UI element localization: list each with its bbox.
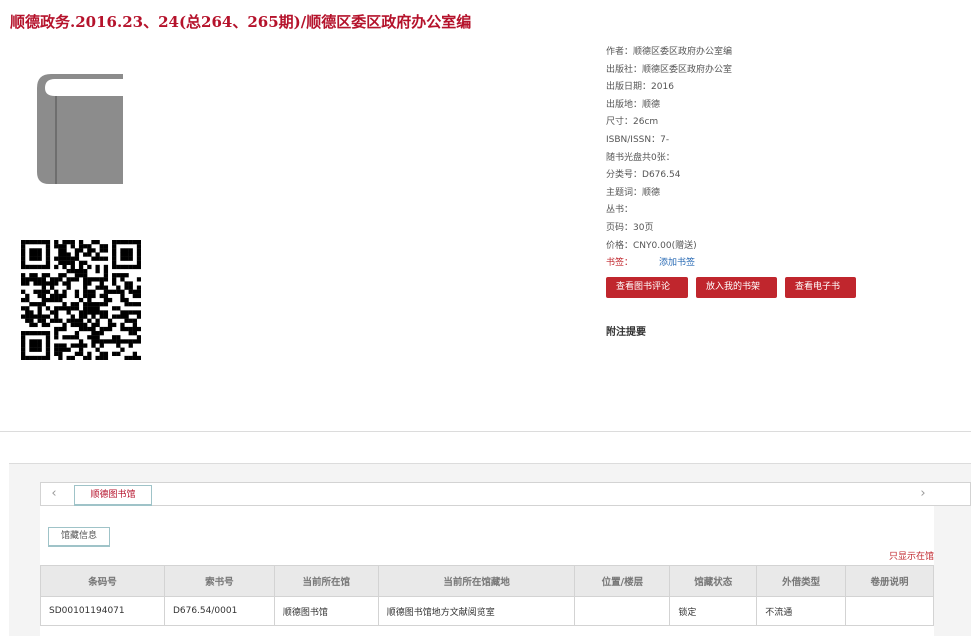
view-ebook-button[interactable]: 查看电子书 [785,277,856,298]
notes-title: 附注提要 [606,327,646,338]
book-title: 顺德政务.2016.23、24(总264、265期)/顺德区委区政府办公室编 [10,13,472,31]
meta-key: 随书光盘共0张： [606,152,675,163]
add-bookmark-link[interactable]: 添加书签 [659,258,695,268]
meta-key: 出版日期： [606,82,652,93]
chevron-right-icon[interactable]: › [912,483,934,505]
table-cell: 不流通 [756,596,847,626]
meta-row: 随书光盘共0张： [606,150,946,168]
section-divider [0,431,971,432]
add-to-shelf-button[interactable]: 放入我的书架 [696,277,777,298]
meta-key: 出版地： [606,99,643,110]
meta-key: 主题词： [606,187,643,198]
tab-library[interactable]: 顺德图书馆 [74,485,152,506]
meta-key: 页码： [606,222,634,233]
meta-row: 作者：顺德区委区政府办公室编 [606,44,946,62]
meta-row: 出版社：顺德区委区政府办公室 [606,62,946,80]
meta-row: 价格：CNY0.00(赠送) [606,238,946,256]
meta-value: CNY0.00(赠送) [633,240,697,251]
meta-value: 26cm [633,117,659,128]
meta-row: 丛书： [606,202,946,220]
meta-value: 顺德区委区政府办公室编 [633,47,733,57]
holdings-panel: 馆藏信息 只显示在馆 条码号 索书号 当前所在馆 当前所在馆藏地 位置/楼层 馆藏状态 外借… [40,506,934,636]
action-buttons: 查看图书评论 放入我的书架 查看电子书 [606,277,856,298]
book-cover-icon [37,74,123,184]
meta-row: 分类号：D676.54 [606,167,946,185]
table-cell: SD00101194071 [40,596,165,626]
column-header[interactable]: 馆藏状态 [669,565,758,597]
meta-key: ISBN/ISSN： [606,134,661,145]
table-cell [845,596,934,626]
meta-row: ISBN/ISSN：7- [606,132,946,150]
meta-key: 作者： [606,47,634,57]
column-header[interactable]: 卷册说明 [845,565,934,597]
table-cell: 顺德图书馆 [273,596,379,626]
table-cell: D676.54/0001 [163,596,275,626]
meta-value: 30页 [633,222,654,233]
holdings-table: 条码号 索书号 当前所在馆 当前所在馆藏地 位置/楼层 馆藏状态 外借类型 卷册说明 SD00… [40,565,934,626]
table-cell: 锁定 [669,596,758,626]
meta-key: 出版社： [606,64,643,75]
show-available-link[interactable]: 只显示在馆 [889,549,934,562]
chevron-left-icon[interactable]: ‹ [43,483,65,505]
meta-key: 丛书： [606,205,634,216]
bookmark-label: 书签： [606,258,634,269]
meta-value: D676.54 [642,170,681,181]
meta-value: 2016 [651,82,674,93]
meta-value: 顺德 [642,99,661,110]
meta-row: 尺寸：26cm [606,114,946,132]
qr-code-icon [21,240,141,360]
column-header[interactable]: 当前所在馆藏地 [377,565,576,597]
meta-value: 7- [660,134,670,145]
view-reviews-button[interactable]: 查看图书评论 [606,277,688,298]
meta-key: 尺寸： [606,117,634,128]
library-tab-bar: ‹ 顺德图书馆 › [40,482,971,506]
column-header[interactable]: 当前所在馆 [273,565,379,597]
meta-row: 主题词：顺德 [606,185,946,203]
table-row: SD00101194071 D676.54/0001 顺德图书馆 顺德图书馆地方文献阅… [40,596,934,626]
table-cell [574,596,671,626]
column-header[interactable]: 条码号 [40,565,165,597]
meta-row: 出版日期：2016 [606,79,946,97]
meta-row: 页码：30页 [606,220,946,238]
table-cell: 顺德图书馆地方文献阅览室 [377,596,576,626]
meta-key: 价格： [606,240,634,251]
column-header[interactable]: 索书号 [163,565,275,597]
bookmark-row: 书签： 添加书签 [606,255,946,273]
column-header[interactable]: 位置/楼层 [574,565,671,597]
meta-value: 顺德区委区政府办公室 [642,64,733,75]
column-header[interactable]: 外借类型 [756,565,847,597]
tab-holdings-info[interactable]: 馆藏信息 [48,527,110,547]
meta-key: 分类号： [606,170,643,181]
book-metadata: 作者：顺德区委区政府办公室编 出版社：顺德区委区政府办公室 出版日期：2016 出版地… [606,44,946,273]
meta-value: 顺德 [642,187,661,198]
meta-row: 出版地：顺德 [606,97,946,115]
